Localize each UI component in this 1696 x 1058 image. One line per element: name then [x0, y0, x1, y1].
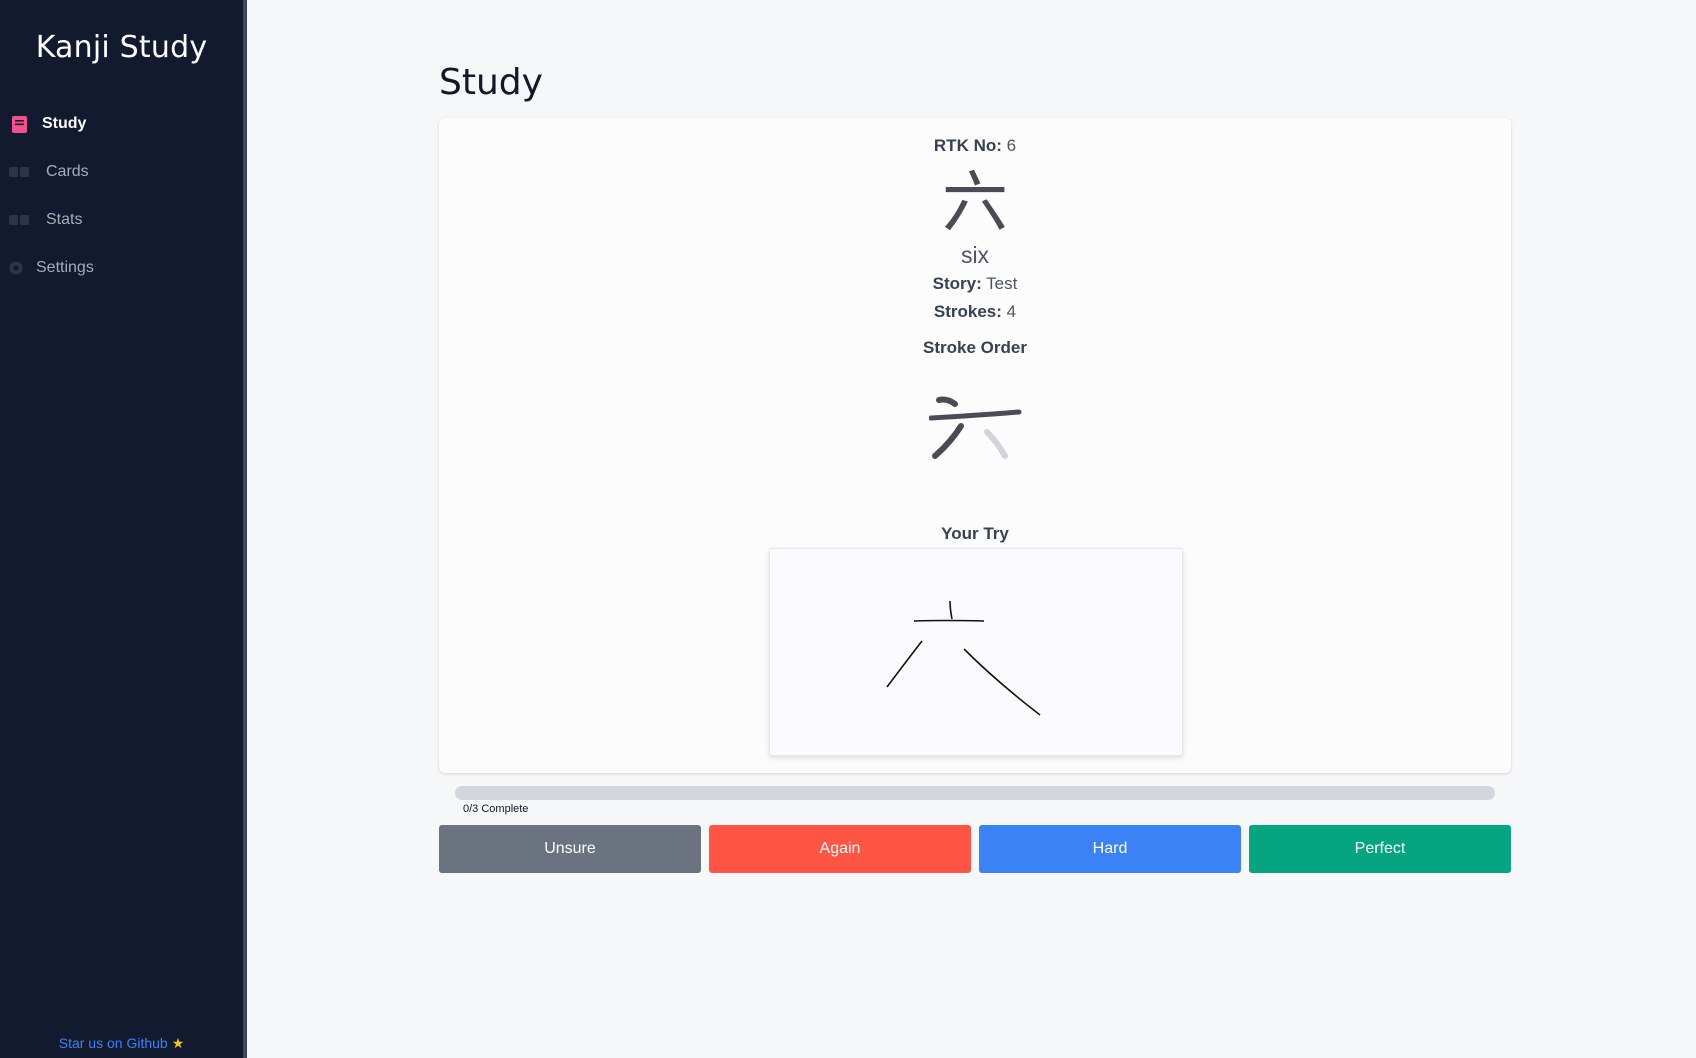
sidebar-item-settings[interactable]: Settings: [0, 244, 243, 292]
rtk-label: RTK No:: [933, 136, 1002, 155]
page-title: Study: [439, 62, 543, 103]
cards-icon: [8, 164, 32, 180]
again-button[interactable]: Again: [709, 825, 971, 873]
study-card: RTK No: 6 六 six Story: Test Strokes: 4 S…: [439, 118, 1511, 773]
rtk-number: RTK No: 6: [439, 136, 1511, 156]
github-link-text[interactable]: Star us on Github: [59, 1035, 168, 1051]
hard-button[interactable]: Hard: [979, 825, 1241, 873]
star-icon: ★: [171, 1035, 185, 1051]
answer-buttons: Unsure Again Hard Perfect: [439, 825, 1511, 873]
book-icon: [8, 115, 30, 133]
stroke-order-heading: Stroke Order: [923, 338, 1027, 357]
sidebar-item-label: Stats: [46, 211, 83, 228]
sidebar-item-label: Settings: [36, 259, 94, 276]
handwriting-strokes: [886, 600, 1041, 716]
strokes-label: Strokes:: [933, 302, 1002, 321]
perfect-button[interactable]: Perfect: [1249, 825, 1511, 873]
kanji-character: 六: [942, 164, 1008, 241]
app-root: Kanji Study Study Cards Stats Settings S…: [0, 0, 1696, 1058]
rtk-value: 6: [1006, 136, 1017, 155]
sidebar-item-label: Study: [42, 115, 87, 132]
chart-icon: [8, 212, 32, 228]
gear-icon: [8, 260, 24, 276]
progress-bar: [455, 786, 1495, 800]
your-try-heading: Your Try: [941, 524, 1009, 543]
strokes-value: 4: [1006, 302, 1017, 321]
story-value: Test: [986, 274, 1018, 293]
main-content: Study RTK No: 6 六 six Story: Test Stroke…: [247, 0, 1696, 1058]
sidebar-item-study[interactable]: Study: [0, 100, 243, 148]
sidebar: Kanji Study Study Cards Stats Settings S…: [0, 0, 247, 1058]
drawing-canvas[interactable]: [769, 548, 1183, 756]
story: Story: Test: [439, 274, 1511, 294]
strokes: Strokes: 4: [439, 302, 1511, 322]
story-label: Story:: [932, 274, 982, 293]
app-title: Kanji Study: [35, 30, 208, 65]
progress-label: 0/3 Complete: [463, 803, 529, 815]
sidebar-item-stats[interactable]: Stats: [0, 196, 243, 244]
sidebar-item-label: Cards: [46, 163, 89, 180]
sidebar-nav: Study Cards Stats Settings: [0, 100, 243, 292]
github-link[interactable]: Star us on Github ★: [0, 1035, 243, 1052]
unsure-button[interactable]: Unsure: [439, 825, 701, 873]
sidebar-item-cards[interactable]: Cards: [0, 148, 243, 196]
stroke-order-animation: [929, 396, 1022, 459]
kanji-meaning: six: [960, 242, 990, 268]
